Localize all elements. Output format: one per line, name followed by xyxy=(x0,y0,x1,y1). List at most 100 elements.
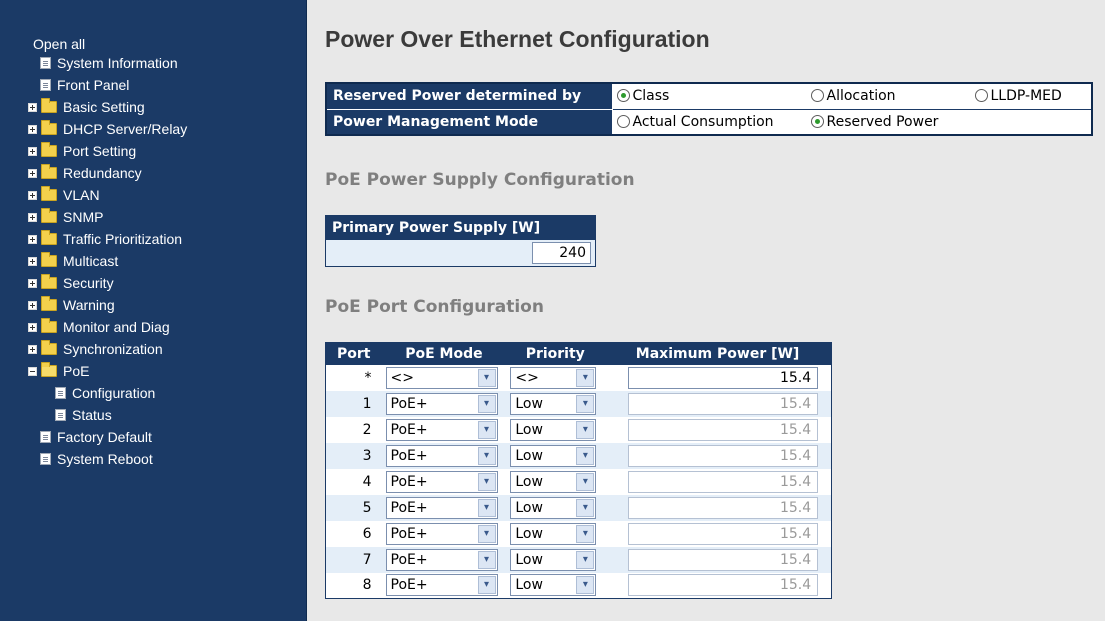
sidebar-item-system-information[interactable]: System Information xyxy=(0,52,307,74)
sidebar-item-monitor-and-diag[interactable]: Monitor and Diag xyxy=(0,316,307,338)
chevron-down-icon[interactable]: ▾ xyxy=(477,420,496,439)
poe-mode-select[interactable]: PoE+ ▾ xyxy=(385,574,498,597)
sidebar-item-poe[interactable]: PoE xyxy=(0,360,307,382)
expand-icon[interactable] xyxy=(28,102,37,112)
expand-icon[interactable] xyxy=(28,278,37,288)
max-power-input[interactable]: 15.4 xyxy=(628,496,819,519)
radio-icon[interactable] xyxy=(810,114,824,128)
folder-icon xyxy=(41,98,57,113)
port-number: 8 xyxy=(325,572,382,599)
priority-select[interactable]: Low ▾ xyxy=(510,522,597,545)
sidebar-item-redundancy[interactable]: Redundancy xyxy=(0,162,307,184)
max-power-input[interactable]: 15.4 xyxy=(628,574,819,597)
chevron-down-icon[interactable]: ▾ xyxy=(576,446,595,465)
poe-mode-value: PoE+ xyxy=(390,395,428,412)
sidebar-item-label: Synchronization xyxy=(63,341,163,357)
chevron-down-icon[interactable]: ▾ xyxy=(576,550,595,569)
expand-icon[interactable] xyxy=(28,212,37,222)
priority-select[interactable]: Low ▾ xyxy=(510,444,597,467)
sidebar-item-multicast[interactable]: Multicast xyxy=(0,250,307,272)
chevron-down-icon[interactable]: ▾ xyxy=(576,394,595,413)
max-power-input[interactable]: 15.4 xyxy=(628,548,819,571)
priority-select[interactable]: Low ▾ xyxy=(510,470,597,493)
expand-icon[interactable] xyxy=(28,300,37,310)
chevron-down-icon[interactable]: ▾ xyxy=(477,550,496,569)
poe-mode-select[interactable]: <> ▾ xyxy=(385,366,498,389)
max-power-input[interactable]: 15.4 xyxy=(628,392,819,415)
poe-mode-select[interactable]: PoE+ ▾ xyxy=(385,444,498,467)
primary-power-supply-input[interactable]: 240 xyxy=(532,241,591,264)
mgmt-option-reserved-power[interactable]: Reserved Power xyxy=(810,114,961,130)
sidebar-item-label: Warning xyxy=(63,297,115,313)
priority-select[interactable]: Low ▾ xyxy=(510,548,597,571)
chevron-down-icon[interactable]: ▾ xyxy=(477,368,496,387)
priority-select[interactable]: <> ▾ xyxy=(510,366,597,389)
sidebar-item-factory-default[interactable]: Factory Default xyxy=(0,426,307,448)
expand-icon[interactable] xyxy=(28,168,37,178)
chevron-down-icon[interactable]: ▾ xyxy=(576,368,595,387)
chevron-down-icon[interactable]: ▾ xyxy=(576,576,595,595)
chevron-down-icon[interactable]: ▾ xyxy=(477,498,496,517)
max-power-input[interactable]: 15.4 xyxy=(628,418,819,441)
priority-select[interactable]: Low ▾ xyxy=(510,574,597,597)
sidebar-item-status[interactable]: Status xyxy=(0,404,307,426)
max-power-input[interactable]: 15.4 xyxy=(628,444,819,467)
expand-icon[interactable] xyxy=(28,124,37,134)
poe-mode-select[interactable]: PoE+ ▾ xyxy=(385,418,498,441)
chevron-down-icon[interactable]: ▾ xyxy=(576,524,595,543)
priority-value: Low xyxy=(515,577,543,594)
sidebar-item-traffic-prioritization[interactable]: Traffic Prioritization xyxy=(0,228,307,250)
expand-icon[interactable] xyxy=(28,146,37,156)
sidebar-item-vlan[interactable]: VLAN xyxy=(0,184,307,206)
radio-icon[interactable] xyxy=(974,89,988,103)
poe-mode-select[interactable]: PoE+ ▾ xyxy=(385,470,498,493)
max-power-input[interactable]: 15.4 xyxy=(628,366,819,389)
chevron-down-icon[interactable]: ▾ xyxy=(576,498,595,517)
chevron-down-icon[interactable]: ▾ xyxy=(477,472,496,491)
collapse-icon[interactable] xyxy=(28,366,37,376)
reserved-option-class[interactable]: Class xyxy=(616,88,811,104)
radio-icon[interactable] xyxy=(616,89,630,103)
folder-icon xyxy=(41,230,57,245)
mgmt-option-actual-consumption[interactable]: Actual Consumption xyxy=(616,114,811,130)
priority-value: Low xyxy=(515,447,543,464)
poe-mode-value: <> xyxy=(390,369,414,386)
folder-icon xyxy=(41,252,57,267)
expand-icon[interactable] xyxy=(28,234,37,244)
expand-icon[interactable] xyxy=(28,322,37,332)
max-power-input[interactable]: 15.4 xyxy=(628,470,819,493)
poe-mode-select[interactable]: PoE+ ▾ xyxy=(385,522,498,545)
reserved-option-lldp-med[interactable]: LLDP-MED xyxy=(974,88,1085,104)
expand-icon[interactable] xyxy=(28,256,37,266)
chevron-down-icon[interactable]: ▾ xyxy=(477,446,496,465)
sidebar-item-dhcp-server-relay[interactable]: DHCP Server/Relay xyxy=(0,118,307,140)
priority-select[interactable]: Low ▾ xyxy=(510,496,597,519)
sidebar-item-basic-setting[interactable]: Basic Setting xyxy=(0,96,307,118)
radio-icon[interactable] xyxy=(616,114,630,128)
sidebar-item-configuration[interactable]: Configuration xyxy=(0,382,307,404)
expand-icon[interactable] xyxy=(28,344,37,354)
poe-mode-select[interactable]: PoE+ ▾ xyxy=(385,496,498,519)
table-row: 8 PoE+ ▾ Low ▾ 15.4 xyxy=(325,572,832,599)
chevron-down-icon[interactable]: ▾ xyxy=(576,472,595,491)
chevron-down-icon[interactable]: ▾ xyxy=(576,420,595,439)
sidebar-item-port-setting[interactable]: Port Setting xyxy=(0,140,307,162)
open-all-link[interactable]: Open all xyxy=(33,36,85,52)
chevron-down-icon[interactable]: ▾ xyxy=(477,524,496,543)
sidebar-item-security[interactable]: Security xyxy=(0,272,307,294)
poe-mode-select[interactable]: PoE+ ▾ xyxy=(385,548,498,571)
sidebar-item-front-panel[interactable]: Front Panel xyxy=(0,74,307,96)
reserved-option-allocation[interactable]: Allocation xyxy=(810,88,975,104)
chevron-down-icon[interactable]: ▾ xyxy=(477,394,496,413)
expand-icon[interactable] xyxy=(28,190,37,200)
sidebar-item-warning[interactable]: Warning xyxy=(0,294,307,316)
max-power-input[interactable]: 15.4 xyxy=(628,522,819,545)
chevron-down-icon[interactable]: ▾ xyxy=(477,576,496,595)
priority-select[interactable]: Low ▾ xyxy=(510,418,597,441)
radio-icon[interactable] xyxy=(810,89,824,103)
poe-mode-select[interactable]: PoE+ ▾ xyxy=(385,392,498,415)
sidebar-item-snmp[interactable]: SNMP xyxy=(0,206,307,228)
sidebar-item-system-reboot[interactable]: System Reboot xyxy=(0,448,307,470)
priority-select[interactable]: Low ▾ xyxy=(510,392,597,415)
sidebar-item-synchronization[interactable]: Synchronization xyxy=(0,338,307,360)
